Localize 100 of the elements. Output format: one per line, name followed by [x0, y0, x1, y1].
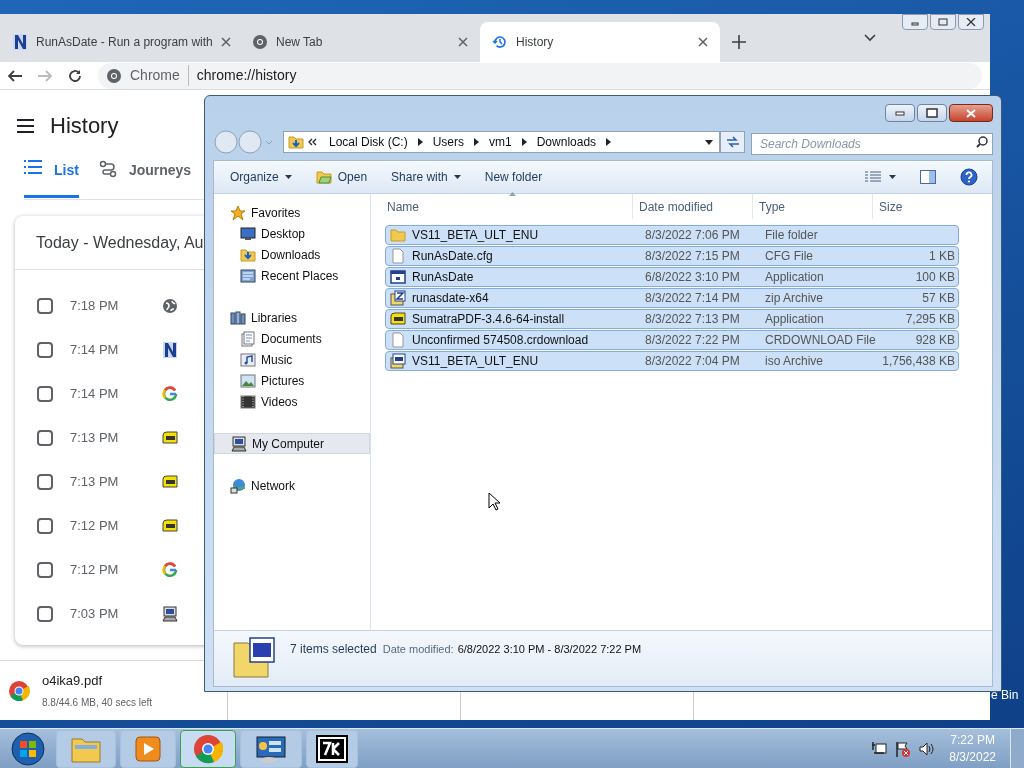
breadcrumb-item[interactable]: Local Disk (C:) [329, 133, 408, 151]
chrome-icon [106, 67, 122, 84]
taskbar-button[interactable] [306, 729, 358, 768]
close-button[interactable] [958, 14, 984, 30]
address-bar[interactable]: Chrome chrome://history [98, 62, 982, 89]
file-name: runasdate-x64 [412, 290, 489, 307]
breadcrumb-item[interactable]: vm1 [489, 133, 512, 151]
date-modified: 8/3/2022 7:13 PM [645, 312, 740, 326]
mouse-cursor-icon [488, 492, 500, 511]
column-header[interactable]: Type [752, 194, 872, 219]
taskbar-button[interactable] [240, 729, 302, 768]
checkbox[interactable] [37, 606, 53, 622]
tab-title: History [516, 34, 555, 51]
route-icon [98, 160, 117, 178]
file-row[interactable]: runasdate-x64 8/3/2022 7:14 PM zip Archive 57 KB [385, 288, 959, 308]
nav-item[interactable]: Downloads [214, 244, 370, 265]
file-row[interactable]: VS11_BETA_ULT_ENU 8/3/2022 7:04 PM iso Archive 1,756,438 KB [385, 351, 959, 371]
nav-item[interactable]: Libraries [214, 307, 370, 328]
chrome-icon [252, 34, 268, 50]
file-name: SumatraPDF-3.4.6-64-install [412, 311, 565, 328]
close-button[interactable] [949, 104, 993, 122]
minimize-button[interactable] [885, 104, 915, 122]
close-icon [458, 37, 468, 47]
visit-time: 7:03 PM [70, 605, 120, 624]
dropdown-icon [889, 175, 896, 179]
forward-icon [38, 69, 52, 82]
chevron-icon [606, 138, 612, 146]
reload-icon [68, 68, 82, 83]
checkbox[interactable] [37, 298, 53, 314]
site-chip: Chrome [130, 65, 189, 86]
nav-item[interactable]: Music [214, 349, 370, 370]
checkbox[interactable] [37, 518, 53, 534]
list-icon [24, 160, 42, 174]
nav-item[interactable]: My Computer [214, 433, 370, 454]
nav-item[interactable]: Pictures [214, 370, 370, 391]
visit-time: 7:14 PM [70, 341, 120, 360]
view-tab[interactable]: Journeys [98, 160, 192, 198]
folder-icon [390, 227, 406, 243]
file-row[interactable]: Unconfirmed 574508.crdownload 8/3/2022 7:22 PM CRDOWNLOAD File 928 KB [385, 330, 959, 350]
file-type: Application [765, 312, 824, 326]
breadcrumb-item[interactable]: Users [432, 133, 465, 151]
checkbox[interactable] [37, 342, 53, 358]
globe-icon [162, 298, 178, 314]
details-value: 6/8/2022 3:10 PM - 8/3/2022 7:22 PM [457, 642, 642, 657]
help-icon [960, 168, 978, 186]
date-modified: 8/3/2022 7:04 PM [645, 354, 740, 368]
control-panel-icon [255, 734, 287, 763]
nav-item[interactable]: Recent Places [214, 265, 370, 286]
media-player-icon [134, 734, 162, 763]
minimize-button[interactable] [902, 14, 928, 30]
browser-tab[interactable]: History [480, 22, 720, 62]
file-row[interactable]: VS11_BETA_ULT_ENU 8/3/2022 7:06 PM File folder [385, 225, 959, 245]
file-row[interactable]: RunAsDate.cfg 8/3/2022 7:15 PM CFG File 1 KB [385, 246, 959, 266]
refresh-button[interactable] [720, 131, 745, 153]
pictures-icon [240, 372, 256, 389]
checkbox[interactable] [37, 474, 53, 490]
day-heading: Today - Wednesday, Au [36, 232, 204, 253]
nav-item[interactable]: Desktop [214, 223, 370, 244]
toolbar-button[interactable]: Share with [381, 165, 471, 189]
start-orb-icon [11, 731, 45, 766]
refresh-icon [725, 136, 740, 148]
page-title: History [50, 112, 119, 140]
visit-time: 7:12 PM [70, 517, 120, 536]
nav-item[interactable]: Documents [214, 328, 370, 349]
checkbox[interactable] [37, 386, 53, 402]
desktop-icon-label: e Bin [991, 687, 1019, 704]
volume-icon [919, 740, 936, 757]
download-filename: o4ika9.pdf [42, 672, 103, 691]
file-row[interactable]: RunAsDate 6/8/2022 3:10 PM Application 100 KB [385, 267, 959, 287]
column-header[interactable]: Date modified [632, 194, 752, 219]
date-modified: 6/8/2022 3:10 PM [645, 270, 740, 284]
toolbar-button[interactable]: New folder [474, 165, 553, 189]
file-size: 7,295 KB [905, 311, 955, 328]
date-modified: 8/3/2022 7:06 PM [645, 228, 740, 242]
n-logo-icon [12, 34, 28, 50]
file-row[interactable]: SumatraPDF-3.4.6-64-install 8/3/2022 7:13 PM Application 7,295 KB [385, 309, 959, 329]
application-icon [390, 269, 406, 285]
archive-icon [316, 734, 348, 763]
nav-item[interactable]: Favorites [214, 202, 370, 223]
visit-time: 7:13 PM [70, 473, 120, 492]
file-name: RunAsDate [412, 269, 474, 286]
breadcrumb-item[interactable]: Downloads [536, 133, 597, 151]
address-bar[interactable]: Local Disk (C:) Users vm1 Downloads [283, 131, 721, 153]
back-icon [8, 69, 22, 82]
music-icon [240, 351, 256, 368]
toolbar-button[interactable]: Organize [220, 165, 302, 189]
nav-item[interactable]: Network [214, 475, 370, 496]
toolbar-button[interactable]: Open [305, 165, 378, 189]
details-view-icon [865, 171, 881, 183]
view-tab[interactable]: List [24, 160, 79, 198]
checkbox[interactable] [37, 430, 53, 446]
column-header[interactable]: Name [371, 194, 632, 219]
n-logo-icon [162, 342, 178, 358]
checkbox[interactable] [37, 562, 53, 578]
search-field[interactable]: Search Downloads [751, 133, 993, 155]
maximize-button[interactable] [917, 104, 947, 122]
column-header[interactable]: Size [872, 194, 978, 219]
visit-time: 7:12 PM [70, 561, 120, 580]
file-type: CFG File [765, 249, 813, 263]
nav-item[interactable]: Videos [214, 391, 370, 412]
